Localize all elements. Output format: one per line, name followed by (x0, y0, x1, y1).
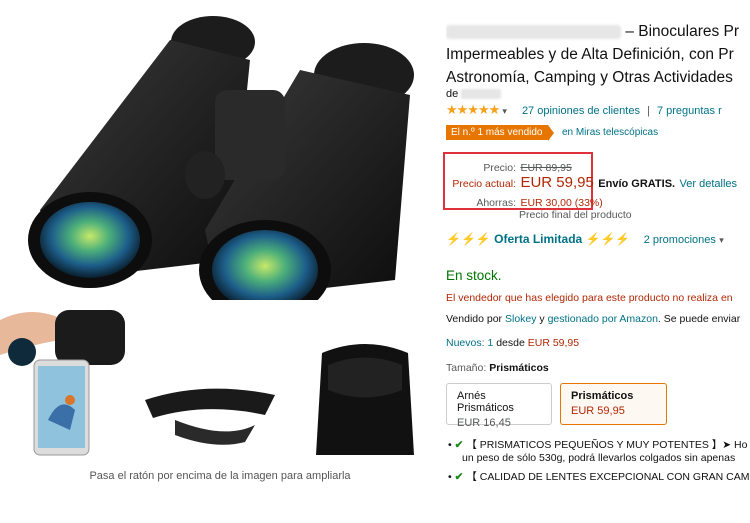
thumbnail-phone-adapter[interactable] (0, 300, 135, 460)
savings-value: EUR 30,00 (33%) (520, 197, 603, 209)
free-shipping: Envío GRATIS. (598, 178, 676, 190)
bestseller-category-link[interactable]: en Miras telescópicas (562, 127, 658, 138)
thumbnail-carry-case[interactable] (310, 335, 420, 460)
seller-warning: El vendedor que has elegido para este pr… (446, 292, 733, 304)
questions-link[interactable]: 7 preguntas r (657, 105, 722, 117)
seller-link[interactable]: Slokey (505, 313, 537, 325)
lightning-icon: ⚡⚡⚡ (585, 232, 631, 246)
list-price: EUR 89,95 (520, 162, 572, 174)
fulfilled-by-amazon-link[interactable]: gestionado por Amazon (548, 313, 658, 325)
bestseller-row: El n.º 1 más vendido en Miras telescópic… (446, 122, 658, 141)
chevron-down-icon[interactable]: ▾ (719, 235, 724, 245)
sold-by-row: Vendido por Slokey y gestionado por Amaz… (446, 313, 741, 325)
brand-byline: de (446, 88, 502, 100)
image-zoom-hint: Pasa el ratón por encima de la imagen pa… (89, 470, 351, 482)
thumbnail-neck-strap[interactable] (135, 380, 285, 450)
final-price-note: Precio final del producto (519, 209, 632, 221)
star-rating[interactable]: ★★★★★ (446, 102, 500, 117)
checkmark-icon: ✔ (454, 439, 464, 451)
size-label-row: Tamaño: Prismáticos (446, 362, 549, 374)
blurred-brand (461, 89, 502, 100)
checkmark-icon: ✔ (454, 471, 464, 483)
feature-bullet: • ✔ 【 PRISMATICOS PEQUEÑOS Y MUY POTENTE… (448, 439, 748, 451)
product-title: – Binoculares Pr Impermeables y de Alta … (446, 23, 740, 86)
blurred-brand-title (446, 24, 621, 39)
variant-option-binoculars[interactable]: Prismáticos EUR 59,95 (560, 383, 667, 425)
current-price: EUR 59,95 (520, 174, 594, 191)
ratings-row: ★★★★★ ▾ 27 opiniones de clientes | 7 pre… (446, 102, 722, 117)
current-price-row: Precio actual: EUR 59,95 Envío GRATIS. V… (452, 174, 738, 191)
new-offers-row: Nuevos: 1 desde EUR 59,95 (446, 337, 580, 349)
shipping-details-link[interactable]: Ver detalles (680, 178, 737, 190)
chevron-down-icon[interactable]: ▾ (502, 106, 507, 116)
selected-size: Prismáticos (489, 362, 549, 374)
reviews-link[interactable]: 27 opiniones de clientes (522, 105, 640, 117)
new-offers-link[interactable]: Nuevos: (446, 337, 485, 349)
stock-status: En stock. (446, 268, 502, 283)
variant-option-harness[interactable]: Arnés Prismáticos EUR 16,45 (446, 383, 552, 429)
product-main-image[interactable] (0, 0, 440, 300)
deal-row: ⚡⚡⚡ Oferta Limitada ⚡⚡⚡ 2 promociones ▾ (446, 232, 724, 246)
promotions-link[interactable]: 2 promociones (644, 234, 716, 246)
feature-bullet-continued: un peso de sólo 530g, podrá llevarlos co… (462, 452, 736, 464)
feature-bullet: • ✔ 【 CALIDAD DE LENTES EXCEPCIONAL CON … (448, 471, 750, 483)
lightning-icon: ⚡⚡⚡ (446, 232, 491, 246)
limited-offer-label[interactable]: Oferta Limitada (494, 232, 582, 246)
new-offers-price: EUR 59,95 (527, 337, 580, 349)
bestseller-badge[interactable]: El n.º 1 más vendido (446, 125, 555, 141)
